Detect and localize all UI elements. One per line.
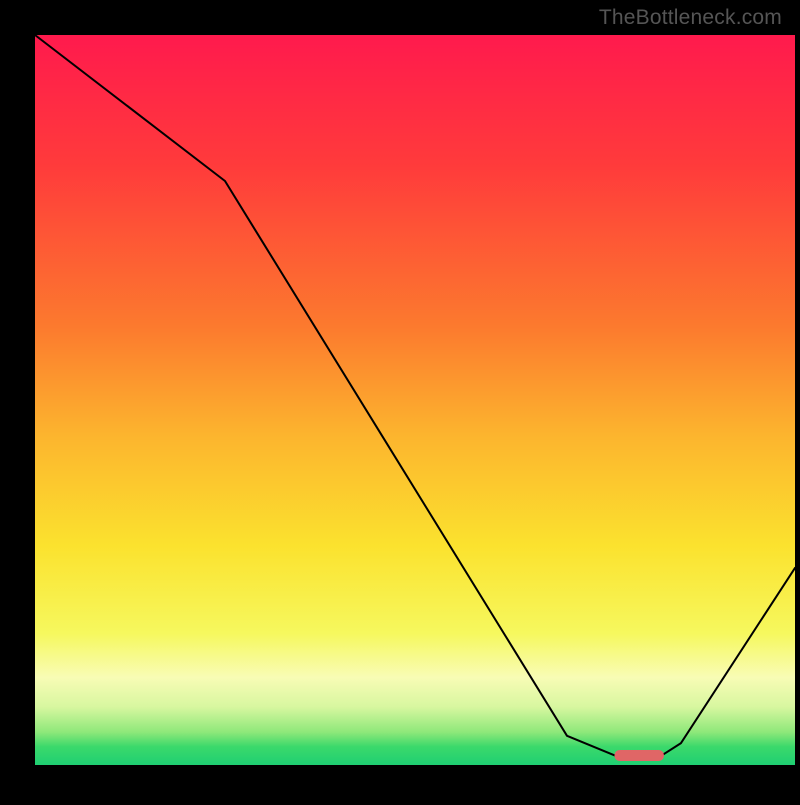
chart-canvas xyxy=(0,0,800,800)
watermark-text: TheBottleneck.com xyxy=(599,6,782,30)
plot-area xyxy=(35,35,795,765)
optimal-range-marker xyxy=(615,750,664,761)
